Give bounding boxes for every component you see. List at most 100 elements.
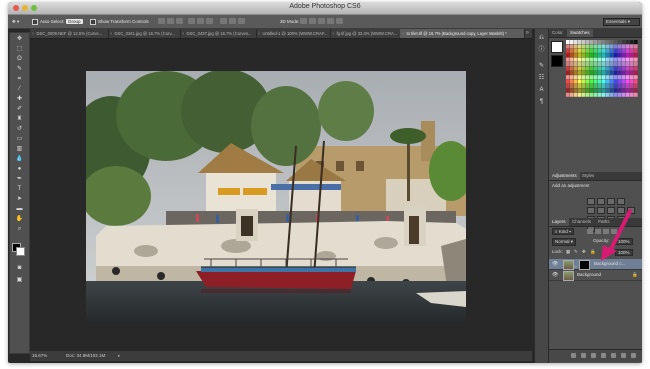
swatch-chip[interactable] xyxy=(570,66,574,71)
status-menu-icon[interactable]: ▸ xyxy=(118,351,120,361)
swatch-chip[interactable] xyxy=(590,92,594,97)
swatch-white[interactable] xyxy=(551,41,563,53)
swatch-chip[interactable] xyxy=(574,57,578,62)
eye-icon[interactable]: 👁 xyxy=(552,259,558,269)
swatch-chip[interactable] xyxy=(574,62,578,66)
swatch-chip[interactable] xyxy=(626,84,630,88)
distribute-top-icon[interactable] xyxy=(220,18,227,24)
swatch-chip[interactable] xyxy=(606,40,610,44)
swatch-chip[interactable] xyxy=(634,40,638,44)
swatch-chip[interactable] xyxy=(582,70,586,75)
swatch-chip[interactable] xyxy=(590,66,594,71)
swatch-chip[interactable] xyxy=(570,62,574,66)
dodge-tool-icon[interactable]: ● xyxy=(15,166,24,172)
swatch-chip[interactable] xyxy=(598,44,602,49)
lasso-tool-icon[interactable]: ʘ xyxy=(15,56,24,62)
swatch-chip[interactable] xyxy=(590,40,594,44)
swatch-chip[interactable] xyxy=(622,84,626,88)
swatch-chip[interactable] xyxy=(626,88,630,93)
swatch-chip[interactable] xyxy=(578,53,582,58)
swatch-chip[interactable] xyxy=(622,40,626,44)
auto-select-checkbox[interactable]: Auto-Select: xyxy=(32,19,65,25)
swatch-chip[interactable] xyxy=(586,48,590,53)
swatch-chip[interactable] xyxy=(614,79,618,84)
workspace-switcher[interactable]: Essentials ▾ xyxy=(603,18,640,26)
swatch-chip[interactable] xyxy=(634,84,638,88)
document-tab-active[interactable]: × to tilet.tif @ 16.7% (Background copy, … xyxy=(400,29,525,38)
zoom-tool-icon[interactable]: ⌕ xyxy=(15,226,24,232)
brush-presets-icon[interactable]: ☷ xyxy=(538,75,545,81)
close-tab-icon[interactable]: × xyxy=(402,31,404,36)
swatch-chip[interactable] xyxy=(610,70,614,75)
swatches-grid[interactable] xyxy=(566,40,638,100)
swatch-chip[interactable] xyxy=(574,88,578,93)
swatch-chip[interactable] xyxy=(582,84,586,88)
swatch-chip[interactable] xyxy=(618,88,622,93)
swatch-chip[interactable] xyxy=(594,75,598,80)
swatch-chip[interactable] xyxy=(626,75,630,80)
swatch-chip[interactable] xyxy=(618,92,622,97)
link-layers-icon[interactable] xyxy=(571,353,576,358)
show-transform-checkbox[interactable]: Show Transform Controls xyxy=(90,19,149,25)
swatch-chip[interactable] xyxy=(566,44,570,49)
swatch-chip[interactable] xyxy=(618,79,622,84)
swatch-chip[interactable] xyxy=(622,48,626,53)
swatch-chip[interactable] xyxy=(614,88,618,93)
swatch-chip[interactable] xyxy=(618,44,622,49)
3d-scale-icon[interactable] xyxy=(336,18,343,24)
swatch-chip[interactable] xyxy=(566,84,570,88)
swatch-chip[interactable] xyxy=(594,48,598,53)
swatch-chip[interactable] xyxy=(598,40,602,44)
document-tab[interactable]: × DSC_0437.jpg @ 16.7% (Curves... xyxy=(180,29,257,38)
close-tab-icon[interactable]: × xyxy=(32,31,34,36)
swatch-chip[interactable] xyxy=(594,66,598,71)
zoom-level[interactable]: 16.67% xyxy=(32,351,47,361)
document-canvas[interactable] xyxy=(30,39,532,351)
swatch-chip[interactable] xyxy=(626,48,630,53)
swatch-chip[interactable] xyxy=(626,66,630,71)
lock-all-icon[interactable]: 🔒 xyxy=(590,249,596,255)
close-tab-icon[interactable]: × xyxy=(332,31,334,36)
swatch-chip[interactable] xyxy=(618,57,622,62)
layer-row-background[interactable]: 👁 Background 🔒 xyxy=(549,270,642,281)
swatch-chip[interactable] xyxy=(574,75,578,80)
swatch-chip[interactable] xyxy=(594,53,598,58)
eye-icon[interactable]: 👁 xyxy=(552,270,558,280)
3d-roll-icon[interactable] xyxy=(309,18,316,24)
swatch-chip[interactable] xyxy=(586,62,590,66)
swatch-chip[interactable] xyxy=(570,44,574,49)
swatch-chip[interactable] xyxy=(618,75,622,80)
swatch-chip[interactable] xyxy=(634,92,638,97)
swatch-chip[interactable] xyxy=(626,62,630,66)
swatch-chip[interactable] xyxy=(574,40,578,44)
swatch-chip[interactable] xyxy=(614,92,618,97)
document-tab[interactable]: × Untitled-1 @ 100% (WWW.CRAF... xyxy=(256,29,331,38)
type-tool-icon[interactable]: T xyxy=(15,186,24,192)
gradient-tool-icon[interactable]: ▥ xyxy=(15,146,24,152)
swatch-chip[interactable] xyxy=(610,48,614,53)
swatch-chip[interactable] xyxy=(630,75,634,80)
swatch-chip[interactable] xyxy=(590,88,594,93)
swatch-chip[interactable] xyxy=(610,57,614,62)
swatch-chip[interactable] xyxy=(574,79,578,84)
swatch-chip[interactable] xyxy=(614,44,618,49)
swatch-chip[interactable] xyxy=(614,62,618,66)
swatch-chip[interactable] xyxy=(594,44,598,49)
swatch-chip[interactable] xyxy=(618,48,622,53)
close-tab-icon[interactable]: × xyxy=(110,31,112,36)
swatch-chip[interactable] xyxy=(582,57,586,62)
layer-style-icon[interactable] xyxy=(581,353,586,358)
swatch-chip[interactable] xyxy=(606,88,610,93)
eraser-tool-icon[interactable]: ▭ xyxy=(15,136,24,142)
swatch-chip[interactable] xyxy=(622,75,626,80)
swatch-chip[interactable] xyxy=(614,48,618,53)
swatch-chip[interactable] xyxy=(566,88,570,93)
auto-select-dropdown[interactable]: Group xyxy=(66,19,83,24)
swatch-chip[interactable] xyxy=(566,48,570,53)
blur-tool-icon[interactable]: 💧 xyxy=(15,156,24,162)
document-tab[interactable]: × DSC_0009.NEF @ 12.5% (Curve... xyxy=(30,29,109,38)
tab-adjustments[interactable]: Adjustments xyxy=(549,172,580,180)
swatch-chip[interactable] xyxy=(594,40,598,44)
swatch-chip[interactable] xyxy=(602,57,606,62)
swatch-chip[interactable] xyxy=(570,88,574,93)
